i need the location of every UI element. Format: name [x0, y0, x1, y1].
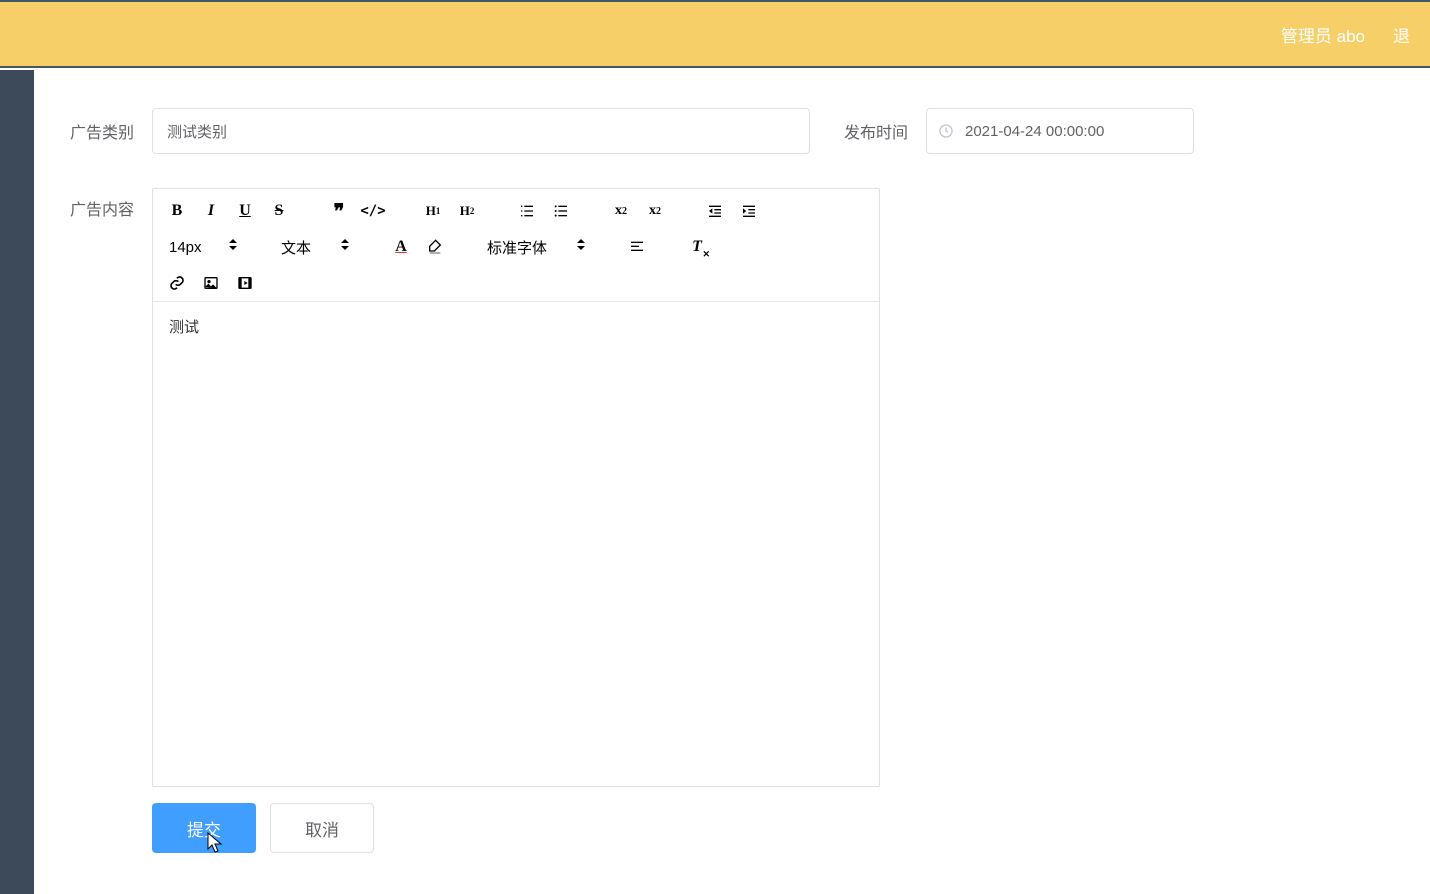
publish-time-input[interactable] — [926, 108, 1194, 154]
indent-icon[interactable] — [735, 197, 763, 225]
image-icon[interactable] — [197, 269, 225, 297]
row-category-time: 广告类别 发布时间 — [64, 108, 1400, 154]
code-icon[interactable]: </> — [359, 197, 387, 225]
h2-icon[interactable]: H2 — [453, 197, 481, 225]
bg-color-icon[interactable] — [421, 233, 449, 261]
clear-format-icon[interactable]: T✕ — [683, 233, 711, 261]
category-label: 广告类别 — [64, 119, 134, 143]
category-input[interactable] — [152, 108, 810, 154]
cancel-button[interactable]: 取消 — [270, 803, 374, 853]
row-content: 广告内容 B I U S ❞ </> H1 H2 — [64, 188, 1400, 787]
subscript-icon[interactable]: x2 — [607, 197, 635, 225]
editor-toolbar: B I U S ❞ </> H1 H2 x2 x2 — [153, 189, 879, 302]
top-header: 管理员 abo 退 — [0, 0, 1430, 68]
font-color-icon[interactable]: A — [387, 233, 415, 261]
unordered-list-icon[interactable] — [547, 197, 575, 225]
outdent-icon[interactable] — [701, 197, 729, 225]
sidebar — [0, 70, 34, 894]
video-icon[interactable] — [231, 269, 259, 297]
publish-time-wrap — [926, 108, 1194, 154]
user-label[interactable]: 管理员 abo — [1281, 22, 1365, 47]
font-family-value: 标准字体 — [487, 237, 547, 258]
publish-time-label: 发布时间 — [838, 119, 908, 143]
underline-icon[interactable]: U — [231, 197, 259, 225]
paragraph-select[interactable]: 文本 — [275, 235, 355, 260]
paragraph-value: 文本 — [281, 237, 311, 258]
align-icon[interactable] — [623, 233, 651, 261]
logout-link[interactable]: 退 — [1393, 22, 1410, 47]
editor-content[interactable]: 测试 — [153, 302, 879, 786]
font-size-value: 14px — [169, 239, 202, 256]
font-size-select[interactable]: 14px — [163, 237, 243, 258]
italic-icon[interactable]: I — [197, 197, 225, 225]
superscript-icon[interactable]: x2 — [641, 197, 669, 225]
rich-text-editor: B I U S ❞ </> H1 H2 x2 x2 — [152, 188, 880, 787]
ordered-list-icon[interactable] — [513, 197, 541, 225]
font-family-select[interactable]: 标准字体 — [481, 235, 591, 260]
clock-icon — [938, 123, 954, 139]
strike-icon[interactable]: S — [265, 197, 293, 225]
h1-icon[interactable]: H1 — [419, 197, 447, 225]
submit-button[interactable]: 提交 — [152, 803, 256, 853]
bold-icon[interactable]: B — [163, 197, 191, 225]
form-page: 广告类别 发布时间 广告内容 B I U S ❞ </> H1 — [34, 68, 1430, 894]
quote-icon[interactable]: ❞ — [325, 197, 353, 225]
content-label: 广告内容 — [64, 188, 134, 220]
link-icon[interactable] — [163, 269, 191, 297]
form-actions: 提交 取消 — [152, 803, 1400, 853]
